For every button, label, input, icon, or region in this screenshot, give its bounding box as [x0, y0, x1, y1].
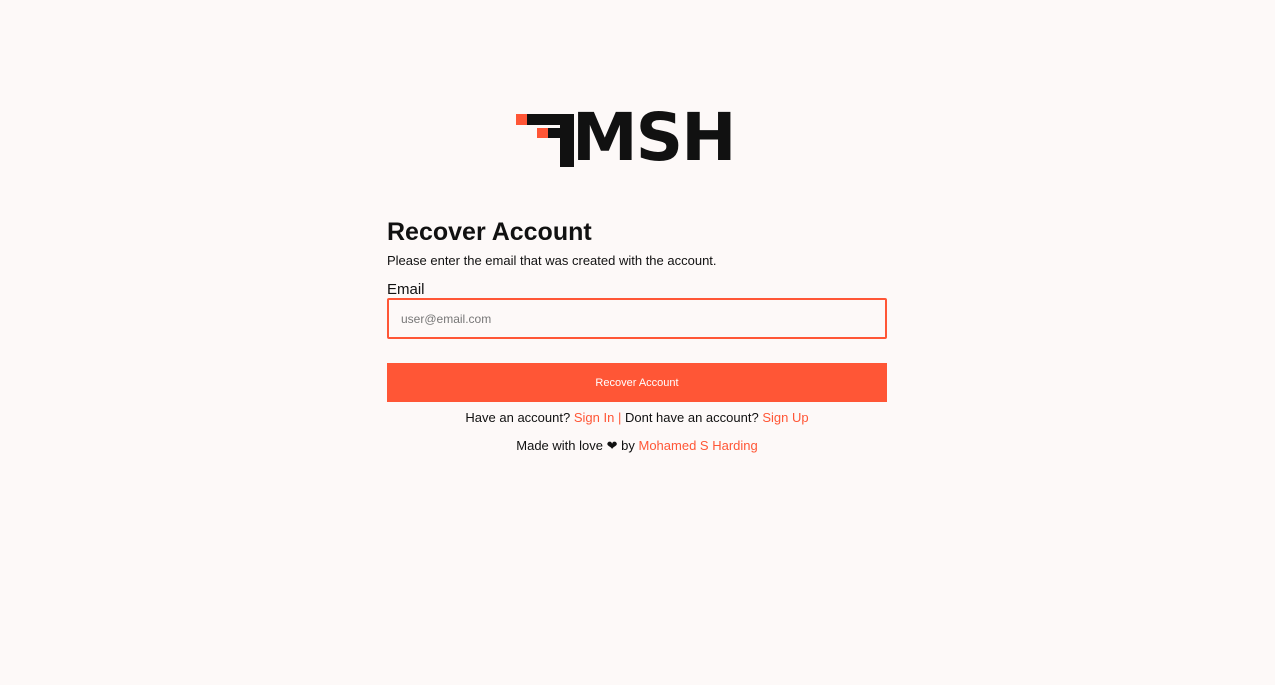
account-links: Have an account? Sign In | Dont have an …: [387, 410, 887, 426]
sign-in-link[interactable]: Sign In: [574, 410, 614, 425]
recover-account-form: Recover Account Please enter the email t…: [387, 216, 887, 454]
logo-accent-square-mid: [537, 128, 548, 138]
logo-accent-square-top: [516, 114, 527, 125]
author-link[interactable]: Mohamed S Harding: [639, 438, 758, 453]
no-account-text: Dont have an account?: [624, 410, 759, 425]
email-field[interactable]: [387, 298, 887, 339]
footer-credit: Made with love ❤ by Mohamed S Harding: [387, 438, 887, 454]
links-separator: |: [617, 410, 622, 425]
logo-f-top-bar: [527, 114, 560, 125]
sign-up-link[interactable]: Sign Up: [762, 410, 808, 425]
email-label: Email: [387, 281, 425, 298]
recover-account-button[interactable]: Recover Account: [387, 363, 887, 402]
brand-logo: MSH: [514, 102, 736, 174]
heart-icon: ❤: [606, 438, 618, 453]
by-text: by: [621, 438, 635, 453]
have-account-text: Have an account?: [465, 410, 571, 425]
logo-wordmark: MSH: [572, 99, 736, 176]
made-with-text: Made with love: [516, 438, 603, 453]
form-description: Please enter the email that was created …: [387, 253, 717, 268]
page-title: Recover Account: [387, 218, 592, 246]
